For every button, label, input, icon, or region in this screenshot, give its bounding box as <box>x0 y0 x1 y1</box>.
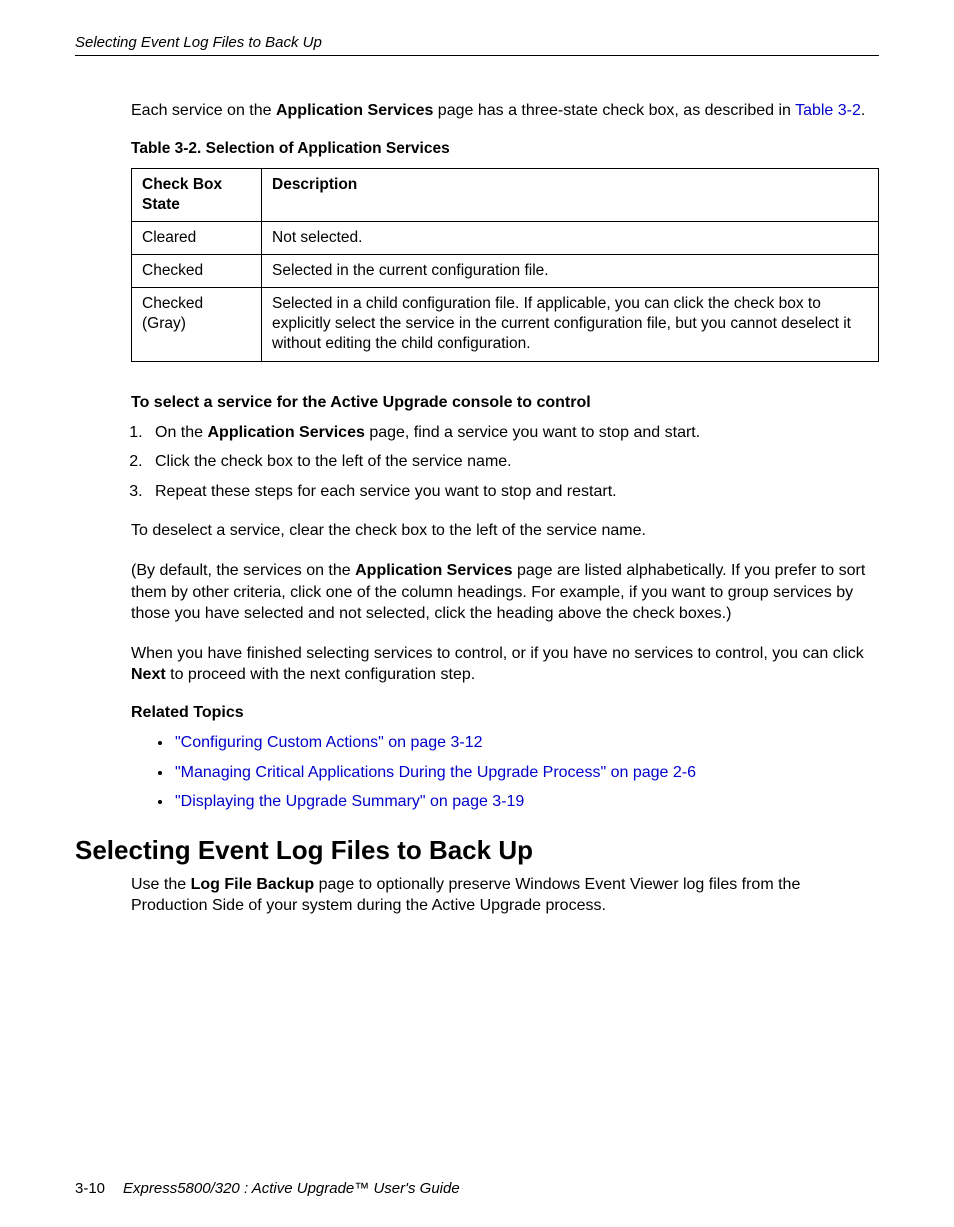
cell-desc: Not selected. <box>262 221 879 254</box>
cell-state: Checked (Gray) <box>132 288 262 361</box>
related-item: "Managing Critical Applications During t… <box>173 762 879 784</box>
finish-bold: Next <box>131 666 166 683</box>
intro-pre: Each service on the <box>131 102 276 119</box>
table-row: Checked (Gray) Selected in a child confi… <box>132 288 879 361</box>
deselect-paragraph: To deselect a service, clear the check b… <box>131 520 879 542</box>
default-sort-paragraph: (By default, the services on the Applica… <box>131 560 879 625</box>
step1-bold: Application Services <box>207 424 364 441</box>
intro-mid: page has a three-state check box, as des… <box>433 102 795 119</box>
finish-post: to proceed with the next configuration s… <box>166 666 476 683</box>
step1-post: page, find a service you want to stop an… <box>365 424 700 441</box>
intro-bold: Application Services <box>276 102 433 119</box>
related-item: "Configuring Custom Actions" on page 3-1… <box>173 732 879 754</box>
table-header-row: Check Box State Description <box>132 168 879 221</box>
default-bold: Application Services <box>355 562 512 579</box>
intro-link[interactable]: Table 3-2 <box>795 102 861 119</box>
procedure-heading: To select a service for the Active Upgra… <box>131 394 879 412</box>
related-link[interactable]: "Managing Critical Applications During t… <box>175 764 696 781</box>
cell-desc: Selected in the current configuration fi… <box>262 255 879 288</box>
finish-pre: When you have finished selecting service… <box>131 645 864 662</box>
section-pre: Use the <box>131 876 191 893</box>
table-caption: Table 3-2. Selection of Application Serv… <box>131 140 879 158</box>
section-bold: Log File Backup <box>191 876 315 893</box>
header-rule <box>75 55 879 56</box>
related-topics-heading: Related Topics <box>131 704 879 722</box>
page-footer: 3-10 Express5800/320 : Active Upgrade™ Us… <box>75 1180 460 1197</box>
related-topics-list: "Configuring Custom Actions" on page 3-1… <box>173 732 879 813</box>
running-header: Selecting Event Log Files to Back Up <box>75 34 879 55</box>
page-number: 3-10 <box>75 1180 105 1197</box>
procedure-steps: On the Application Services page, find a… <box>147 422 879 503</box>
finish-paragraph: When you have finished selecting service… <box>131 643 879 686</box>
footer-title: Express5800/320 : Active Upgrade™ User's… <box>123 1180 460 1197</box>
cell-desc: Selected in a child configuration file. … <box>262 288 879 361</box>
table-row: Cleared Not selected. <box>132 221 879 254</box>
step-1: On the Application Services page, find a… <box>147 422 879 444</box>
section-paragraph: Use the Log File Backup page to optional… <box>131 874 879 917</box>
related-item: "Displaying the Upgrade Summary" on page… <box>173 791 879 813</box>
step1-pre: On the <box>155 424 207 441</box>
selection-table: Check Box State Description Cleared Not … <box>131 168 879 362</box>
table-header-desc: Description <box>262 168 879 221</box>
table-header-state: Check Box State <box>132 168 262 221</box>
intro-paragraph: Each service on the Application Services… <box>131 100 879 122</box>
cell-state: Checked <box>132 255 262 288</box>
cell-state: Cleared <box>132 221 262 254</box>
table-row: Checked Selected in the current configur… <box>132 255 879 288</box>
default-pre: (By default, the services on the <box>131 562 355 579</box>
section-heading: Selecting Event Log Files to Back Up <box>75 835 879 866</box>
related-link[interactable]: "Displaying the Upgrade Summary" on page… <box>175 793 524 810</box>
step-3: Repeat these steps for each service you … <box>147 481 879 503</box>
related-link[interactable]: "Configuring Custom Actions" on page 3-1… <box>175 734 483 751</box>
step-2: Click the check box to the left of the s… <box>147 451 879 473</box>
intro-post: . <box>861 102 865 119</box>
